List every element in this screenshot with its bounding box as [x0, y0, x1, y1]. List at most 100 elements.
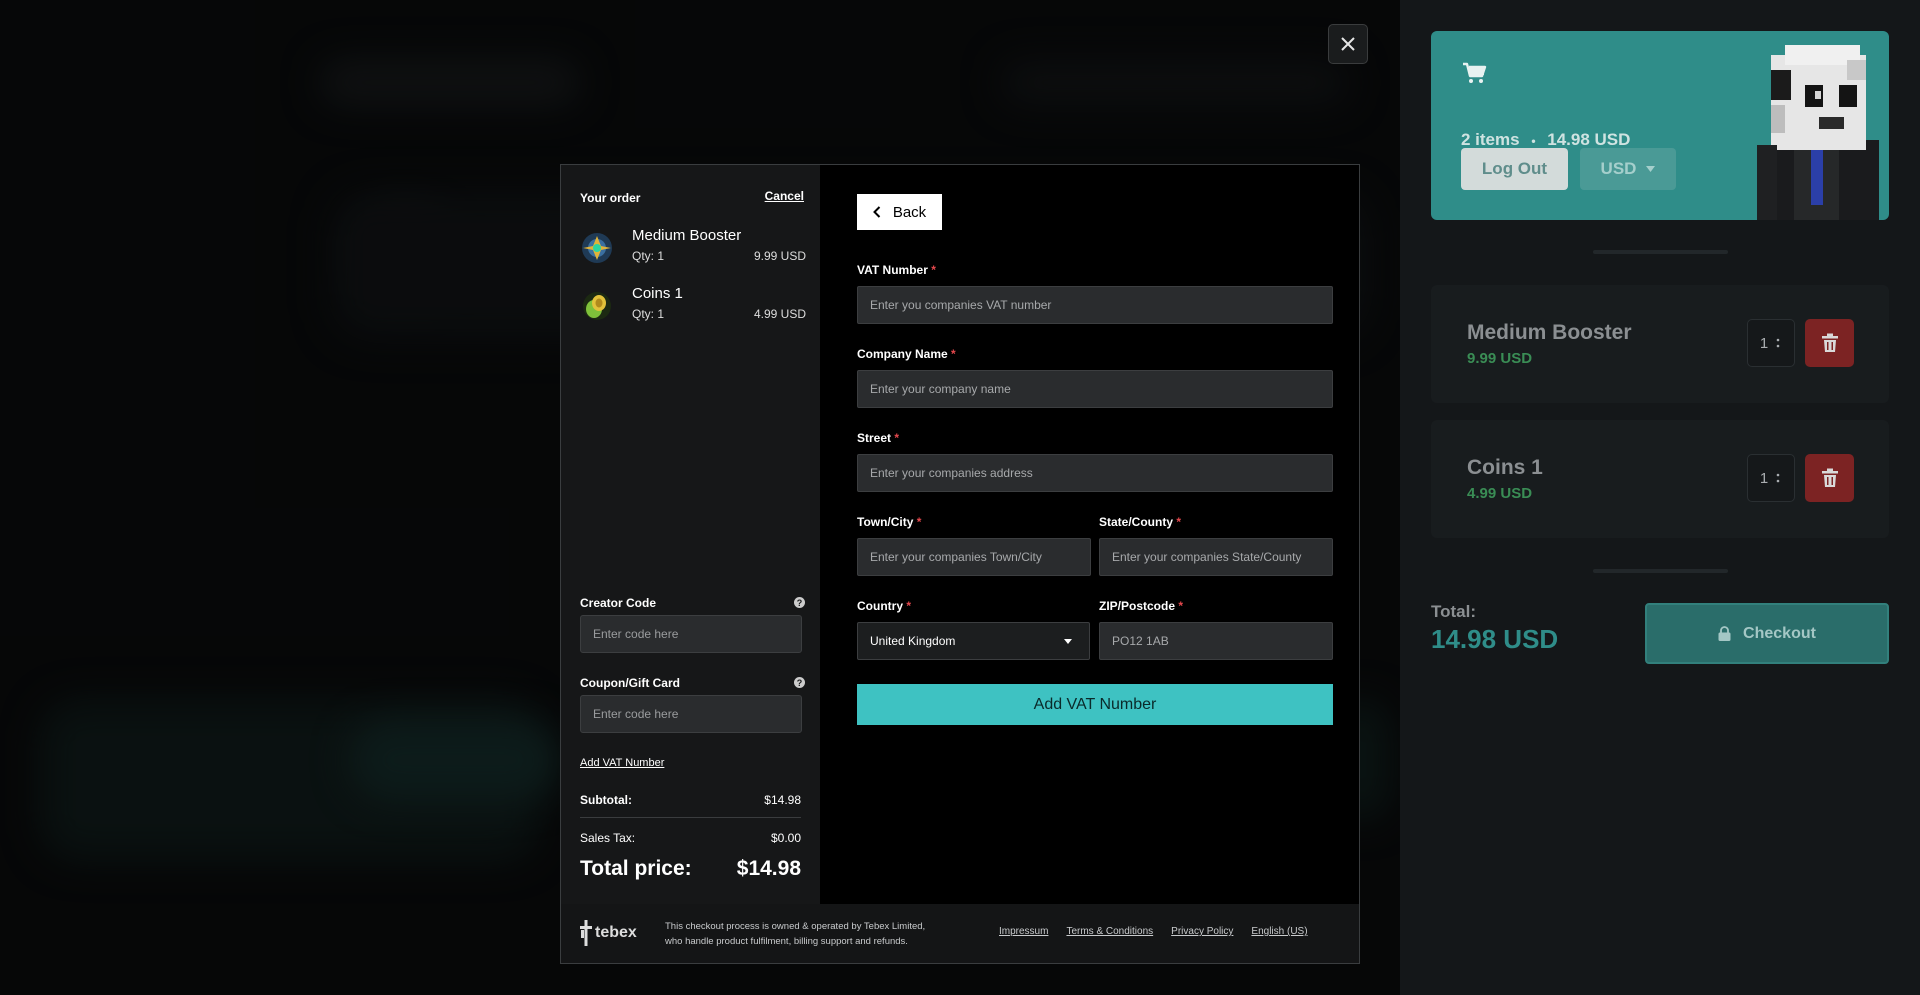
footer-notice-line: who handle product fulfilment, billing s… [665, 936, 908, 947]
add-vat-number-button[interactable]: Add VAT Number [857, 684, 1333, 725]
shopping-cart-icon [1463, 62, 1487, 83]
delete-item-button[interactable] [1805, 454, 1854, 502]
state-county-input[interactable] [1099, 538, 1333, 576]
player-avatar [1757, 45, 1879, 220]
cart-panel: 2 items • 14.98 USD Log Out USD Medium B… [1400, 0, 1920, 995]
privacy-policy-link[interactable]: Privacy Policy [1171, 926, 1233, 937]
town-city-input[interactable] [857, 538, 1091, 576]
terms-link[interactable]: Terms & Conditions [1066, 926, 1153, 937]
company-name-label: Company Name * [857, 347, 956, 361]
cart-item-count: 2 items [1461, 130, 1520, 149]
add-vat-link[interactable]: Add VAT Number [580, 757, 664, 769]
coupon-input[interactable] [580, 695, 802, 733]
vat-number-label-text: VAT Number [857, 263, 928, 277]
total-price-row: Total price: $14.98 [580, 857, 801, 881]
required-mark: * [894, 431, 900, 445]
coins-thumbnail [583, 292, 611, 320]
state-county-label-text: State/County [1099, 515, 1174, 529]
zip-postcode-input[interactable] [1099, 622, 1333, 660]
required-mark: * [916, 515, 922, 529]
delete-item-button[interactable] [1805, 319, 1854, 367]
total-price-label: Total price: [580, 857, 692, 880]
subtotal-label: Subtotal: [580, 793, 632, 807]
street-label: Street * [857, 431, 899, 445]
tebex-brand-text: tebex [595, 924, 637, 941]
stepper-arrows-icon [1776, 338, 1780, 348]
company-name-label-text: Company Name [857, 347, 948, 361]
close-icon [1341, 37, 1355, 51]
currency-select[interactable]: USD [1580, 148, 1676, 190]
impressum-link[interactable]: Impressum [999, 926, 1048, 937]
vat-number-label: VAT Number * [857, 263, 936, 277]
cancel-link[interactable]: Cancel [765, 189, 804, 203]
footer-notice-line: This checkout process is owned & operate… [665, 921, 926, 932]
country-select[interactable]: United Kingdom [857, 622, 1090, 660]
cart-item-name: Coins 1 [1467, 456, 1543, 479]
required-mark: * [951, 347, 956, 361]
caret-down-icon [1646, 166, 1656, 172]
quantity-stepper[interactable]: 1 [1747, 454, 1795, 502]
required-mark: * [906, 599, 912, 613]
order-item-name: Coins 1 [632, 285, 683, 302]
town-city-label-text: Town/City [857, 515, 914, 529]
help-icon[interactable]: ? [794, 597, 805, 608]
cart-summary-separator: • [1531, 134, 1536, 148]
cart-summary-card: 2 items • 14.98 USD Log Out USD [1431, 31, 1889, 220]
stepper-arrows-icon [1776, 473, 1780, 483]
back-button[interactable]: Back [857, 194, 942, 230]
coupon-label: Coupon/Gift Card [580, 676, 680, 690]
checkout-button[interactable]: Checkout [1645, 603, 1889, 664]
sales-tax-value: $0.00 [770, 831, 801, 845]
caret-down-icon [1064, 639, 1072, 644]
town-city-label: Town/City * [857, 515, 921, 529]
help-icon[interactable]: ? [794, 677, 805, 688]
order-title: Your order [580, 191, 641, 205]
panel-divider [1593, 569, 1728, 573]
quantity-value: 1 [1759, 469, 1769, 487]
order-summary: Your order Cancel Medium Booster Qty: 1 … [561, 165, 820, 904]
currency-label: USD [1600, 159, 1637, 178]
country-label-text: Country [857, 599, 903, 613]
creator-code-input[interactable] [580, 615, 802, 653]
cart-item: Medium Booster 9.99 USD 1 [1431, 285, 1889, 403]
logout-button[interactable]: Log Out [1461, 148, 1568, 190]
street-input[interactable] [857, 454, 1333, 492]
order-item: Medium Booster Qty: 1 9.99 USD [580, 227, 806, 267]
panel-divider [1593, 250, 1728, 254]
vat-form: Back VAT Number * Company Name * Street … [820, 165, 1359, 904]
order-item: Coins 1 Qty: 1 4.99 USD [580, 285, 806, 325]
quantity-stepper[interactable]: 1 [1747, 319, 1795, 367]
street-label-text: Street [857, 431, 892, 445]
close-modal-button[interactable] [1328, 24, 1368, 64]
order-item-qty: Qty: 1 [632, 249, 665, 263]
chevron-left-icon [872, 206, 881, 218]
cart-item-price: 9.99 USD [1467, 350, 1533, 367]
country-value: United Kingdom [870, 634, 956, 648]
trash-icon [1821, 468, 1838, 487]
required-mark: * [931, 263, 936, 277]
subtotal-value: $14.98 [764, 793, 801, 807]
back-label: Back [892, 203, 927, 221]
medium-booster-thumbnail [582, 233, 612, 263]
required-mark: * [1178, 599, 1184, 613]
tebex-logo: tebex [580, 920, 637, 946]
cart-total-value: 14.98 USD [1431, 624, 1559, 654]
footer-notice: This checkout process is owned & operate… [665, 919, 945, 949]
order-item-price: 4.99 USD [753, 307, 806, 321]
total-price-value: $14.98 [736, 857, 801, 880]
sales-tax-label: Sales Tax: [580, 831, 636, 845]
zip-postcode-label-text: ZIP/Postcode [1099, 599, 1176, 613]
language-link[interactable]: English (US) [1251, 926, 1307, 937]
summary-divider [580, 817, 801, 818]
quantity-value: 1 [1759, 334, 1769, 352]
vat-number-input[interactable] [857, 286, 1333, 324]
cart-total-label: Total: [1431, 602, 1477, 621]
order-item-qty: Qty: 1 [632, 307, 665, 321]
footer-links: Impressum Terms & Conditions Privacy Pol… [999, 926, 1308, 937]
creator-code-label: Creator Code [580, 596, 657, 610]
company-name-input[interactable] [857, 370, 1333, 408]
subtotal-row: Subtotal: $14.98 [580, 793, 801, 807]
cart-item: Coins 1 4.99 USD 1 [1431, 420, 1889, 538]
required-mark: * [1176, 515, 1182, 529]
order-item-name: Medium Booster [632, 227, 742, 244]
